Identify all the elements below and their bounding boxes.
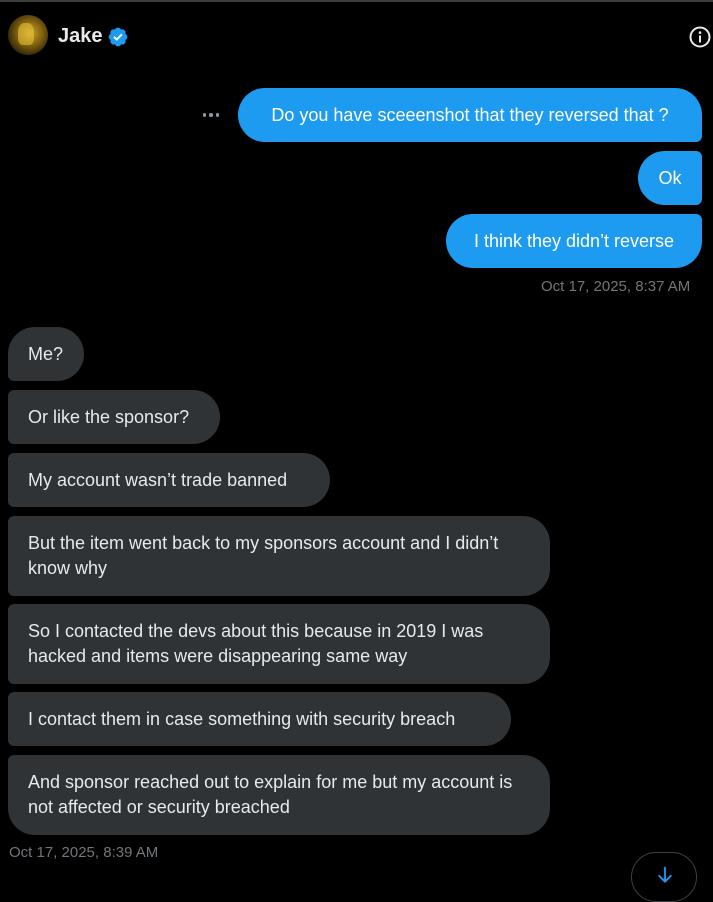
- message-timestamp: Oct 17, 2025, 8:37 AM: [541, 278, 691, 295]
- info-icon[interactable]: [688, 25, 712, 49]
- sent-message[interactable]: Ok: [638, 151, 702, 205]
- contact-name[interactable]: Jake: [58, 24, 103, 48]
- received-message[interactable]: And sponsor reached out to explain for m…: [8, 755, 550, 835]
- scroll-to-bottom-button[interactable]: [631, 852, 697, 902]
- received-message[interactable]: I contact them in case something with se…: [8, 692, 511, 746]
- more-options-icon[interactable]: [196, 104, 226, 126]
- sent-message[interactable]: Do you have sceeenshot that they reverse…: [238, 88, 702, 142]
- received-message[interactable]: My account wasn’t trade banned: [8, 453, 330, 507]
- arrow-down-icon: [658, 866, 672, 883]
- message-timestamp: Oct 17, 2025, 8:39 AM: [9, 844, 159, 861]
- received-message[interactable]: But the item went back to my sponsors ac…: [8, 516, 550, 596]
- conversation-header: Jake: [0, 2, 713, 68]
- verified-badge-icon: [108, 27, 128, 47]
- received-message[interactable]: Me?: [8, 327, 84, 381]
- received-message[interactable]: So I contacted the devs about this becau…: [8, 604, 550, 684]
- received-message[interactable]: Or like the sponsor?: [8, 390, 220, 444]
- sent-message[interactable]: I think they didn’t reverse: [446, 214, 702, 268]
- avatar[interactable]: [8, 15, 48, 55]
